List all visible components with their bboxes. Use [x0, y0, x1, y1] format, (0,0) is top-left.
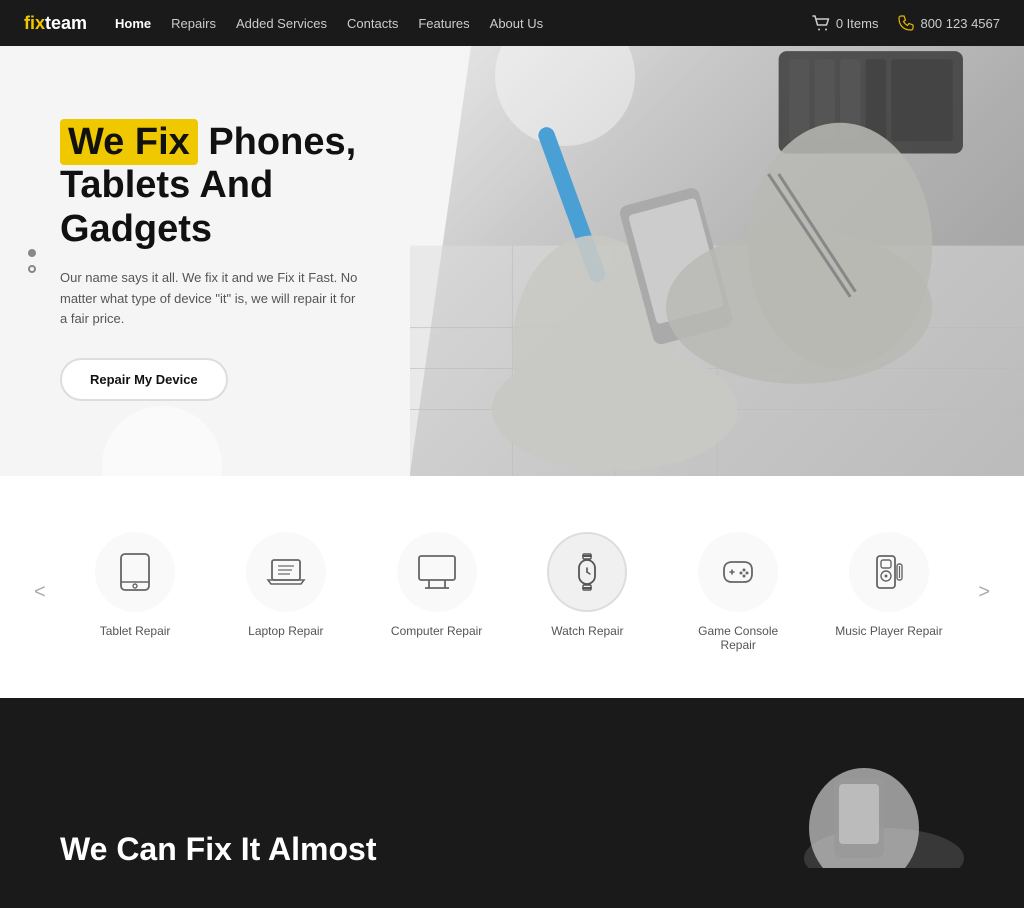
hero-title-rest: Phones,	[198, 121, 356, 163]
watch-icon	[565, 550, 609, 594]
carousel-prev[interactable]: <	[20, 571, 60, 614]
hero-content: We Fix Phones, Tablets And Gadgets Our n…	[0, 121, 420, 401]
music-player-icon-circle	[849, 532, 929, 612]
service-label-music: Music Player Repair	[835, 624, 942, 638]
services-carousel: < Tablet Repair	[20, 516, 1004, 668]
dark-section: We Can Fix It Almost	[0, 698, 1024, 908]
service-label-gamepad: Game Console Repair	[683, 624, 794, 652]
music-player-icon	[867, 550, 911, 594]
nav-about[interactable]: About Us	[490, 16, 543, 31]
nav-repairs[interactable]: Repairs	[171, 16, 216, 31]
hero-title-line3: Gadgets	[60, 208, 212, 250]
nav-contacts[interactable]: Contacts	[347, 16, 398, 31]
logo-team: team	[45, 13, 87, 33]
cart-icon	[812, 15, 830, 31]
service-label-computer: Computer Repair	[391, 624, 482, 638]
dark-section-title: We Can Fix It Almost	[60, 830, 376, 868]
service-label-watch: Watch Repair	[551, 624, 623, 638]
computer-icon	[415, 550, 459, 594]
nav-added-services[interactable]: Added Services	[236, 16, 327, 31]
service-item-music[interactable]: Music Player Repair	[814, 516, 965, 654]
service-item-computer[interactable]: Computer Repair	[361, 516, 512, 654]
dark-section-image	[764, 748, 964, 868]
service-item-tablet[interactable]: Tablet Repair	[60, 516, 211, 654]
hero-section: We Fix Phones, Tablets And Gadgets Our n…	[0, 46, 1024, 476]
hero-subtitle: Our name says it all. We fix it and we F…	[60, 268, 360, 330]
deco-circle-bottom	[102, 406, 222, 476]
hero-title-line2: Tablets And	[60, 164, 273, 206]
hero-image	[410, 46, 1024, 476]
navbar-right: 0 Items 800 123 4567	[812, 15, 1000, 31]
cart-label: 0 Items	[836, 16, 879, 31]
laptop-icon-circle	[246, 532, 326, 612]
slide-dot-1[interactable]	[28, 249, 36, 257]
services-grid: Tablet Repair Laptop Repair	[60, 516, 965, 668]
gamepad-icon-circle	[698, 532, 778, 612]
nav-features[interactable]: Features	[418, 16, 469, 31]
tablet-icon	[113, 550, 157, 594]
navbar-left: fixteam Home Repairs Added Services Cont…	[24, 13, 543, 34]
gamepad-icon	[716, 550, 760, 594]
nav-links: Home Repairs Added Services Contacts Fea…	[115, 16, 543, 31]
phone-icon	[898, 15, 914, 31]
service-label-tablet: Tablet Repair	[100, 624, 171, 638]
service-item-laptop[interactable]: Laptop Repair	[210, 516, 361, 654]
cart-area[interactable]: 0 Items	[812, 15, 879, 31]
services-section: < Tablet Repair	[0, 476, 1024, 698]
slide-dot-2[interactable]	[28, 265, 36, 273]
repair-cta-button[interactable]: Repair My Device	[60, 358, 228, 401]
service-label-laptop: Laptop Repair	[248, 624, 323, 638]
carousel-next[interactable]: >	[964, 571, 1004, 614]
laptop-icon	[264, 550, 308, 594]
phone-area[interactable]: 800 123 4567	[898, 15, 1000, 31]
logo[interactable]: fixteam	[24, 13, 87, 34]
tablet-icon-circle	[95, 532, 175, 612]
slide-indicators	[28, 249, 36, 273]
computer-icon-circle	[397, 532, 477, 612]
service-item-gamepad[interactable]: Game Console Repair	[663, 516, 814, 668]
watch-icon-circle	[547, 532, 627, 612]
navbar: fixteam Home Repairs Added Services Cont…	[0, 0, 1024, 46]
service-item-watch[interactable]: Watch Repair	[512, 516, 663, 654]
hero-title: We Fix Phones, Tablets And Gadgets	[60, 121, 360, 252]
hero-title-highlight: We Fix	[60, 119, 198, 165]
phone-label: 800 123 4567	[920, 16, 1000, 31]
logo-fix: fix	[24, 13, 45, 33]
nav-home[interactable]: Home	[115, 16, 151, 31]
